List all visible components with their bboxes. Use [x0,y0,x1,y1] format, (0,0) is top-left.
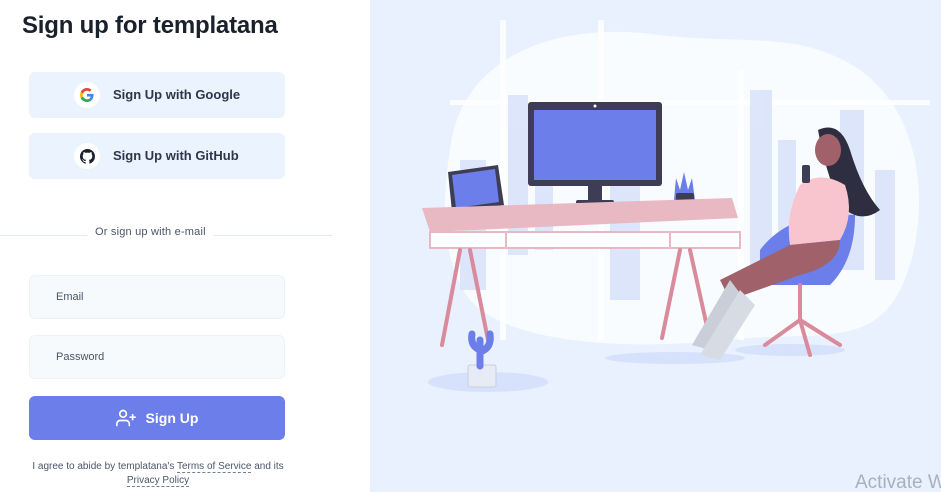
github-signup-button[interactable]: Sign Up with GitHub [29,133,285,179]
illustration-panel [370,0,941,492]
activate-windows-watermark: Activate W [855,472,941,492]
signup-button[interactable]: Sign Up [29,396,285,440]
terms-middle: and its [254,461,284,472]
page-title: Sign up for templatana [22,12,278,39]
google-signup-button[interactable]: Sign Up with Google [29,72,285,118]
user-plus-icon [115,408,136,428]
terms-of-service-link[interactable]: Terms of Service [176,461,252,473]
google-signup-label: Sign Up with Google [113,87,241,102]
terms-prefix: I agree to abide by templatana's [32,461,175,472]
email-field[interactable] [29,275,285,319]
signup-button-label: Sign Up [145,410,199,426]
desk-illustration [422,20,930,392]
google-icon [74,82,100,108]
signup-panel: Sign up for templatana Sign Up with Goog… [0,0,370,492]
terms-notice: I agree to abide by templatana's Terms o… [30,460,286,488]
divider-text: Or sign up with e-mail [87,226,214,238]
password-field[interactable] [29,335,285,379]
privacy-policy-link[interactable]: Privacy Policy [126,475,190,487]
github-signup-label: Sign Up with GitHub [113,148,239,163]
github-icon [74,143,100,169]
